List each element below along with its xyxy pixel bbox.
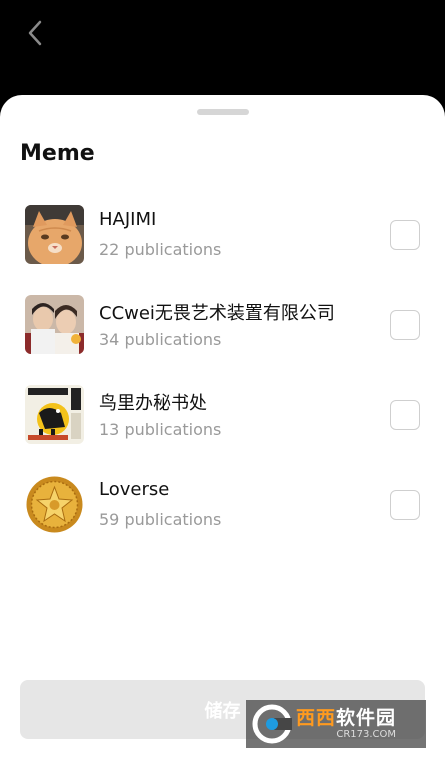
flockwork-poster-avatar — [25, 385, 84, 444]
chevron-left-icon — [28, 20, 42, 46]
item-checkbox[interactable] — [390, 220, 420, 250]
watermark-logo-icon — [252, 704, 292, 744]
sheet-title: Meme — [20, 141, 95, 166]
item-name: Loverse — [99, 479, 170, 500]
list-item[interactable]: CCwei无畏艺术装置有限公司 34 publications — [0, 285, 445, 375]
item-publications: 34 publications — [99, 330, 222, 349]
bottom-sheet: Meme HAJIMI 22 publications CCwei无畏艺术装置有… — [0, 95, 445, 759]
top-bar — [0, 0, 445, 95]
item-checkbox[interactable] — [390, 490, 420, 520]
watermark-title-b: 软件园 — [336, 707, 397, 729]
back-button[interactable] — [20, 16, 50, 50]
item-name: HAJIMI — [99, 209, 157, 230]
item-publications: 22 publications — [99, 240, 222, 259]
list-item[interactable]: HAJIMI 22 publications — [0, 195, 445, 285]
item-publications: 59 publications — [99, 510, 222, 529]
list-item[interactable]: 鸟里办秘书处 13 publications — [0, 375, 445, 465]
item-publications: 13 publications — [99, 420, 222, 439]
two-people-photo-avatar — [25, 295, 84, 354]
item-checkbox[interactable] — [390, 310, 420, 340]
item-checkbox[interactable] — [390, 400, 420, 430]
site-watermark: 西西软件园 CR173.COM — [246, 700, 426, 748]
watermark-url: CR173.COM — [336, 729, 397, 740]
item-name: 鸟里办秘书处 — [99, 393, 207, 414]
list-item[interactable]: Loverse 59 publications — [0, 465, 445, 555]
drag-handle[interactable] — [197, 109, 249, 115]
item-name: CCwei无畏艺术装置有限公司 — [99, 303, 335, 324]
gold-coin-avatar — [25, 475, 84, 534]
meme-list: HAJIMI 22 publications CCwei无畏艺术装置有限公司 3… — [0, 195, 445, 555]
watermark-title-a: 西西 — [296, 707, 337, 729]
orange-cat-avatar — [25, 205, 84, 264]
